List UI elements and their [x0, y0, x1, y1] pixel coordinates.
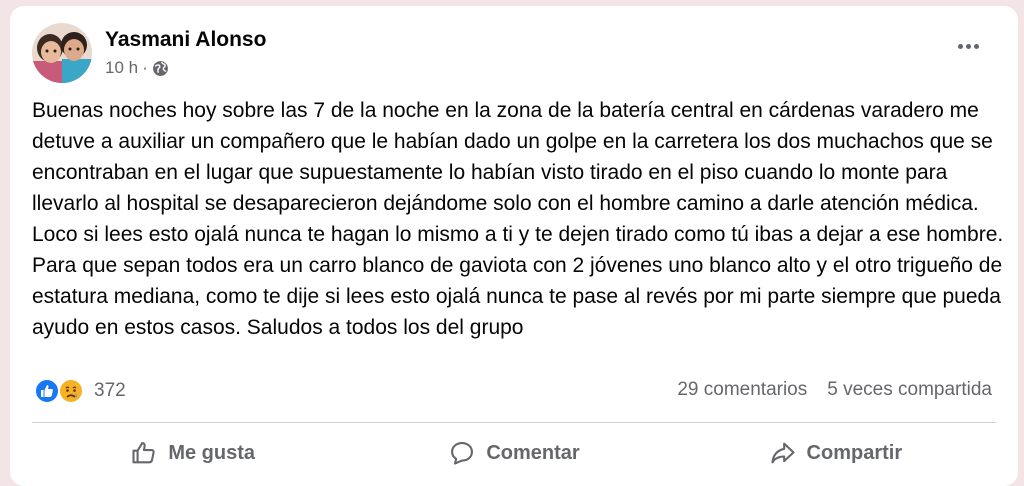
avatar[interactable] [32, 23, 92, 83]
meta-separator: · [142, 58, 148, 77]
post-text: Buenas noches hoy sobre las 7 de la noch… [32, 99, 1004, 339]
share-icon [770, 442, 795, 464]
sad-icon [58, 378, 84, 404]
shares-count-link[interactable]: 5 veces compartida [827, 379, 992, 401]
comments-count-link[interactable]: 29 comentarios [677, 379, 807, 401]
post-time[interactable]: 10 h [105, 58, 138, 78]
reaction-summary[interactable]: 372 [32, 376, 126, 406]
like-button[interactable]: Me gusta [32, 426, 353, 480]
more-options-icon[interactable] [950, 34, 986, 58]
comment-button-label: Comentar [486, 441, 580, 464]
reaction-count: 372 [94, 380, 126, 401]
thumbs-up-icon [132, 442, 155, 464]
like-icon [34, 378, 60, 404]
author-name[interactable]: Yasmani Alonso [105, 28, 266, 52]
share-button[interactable]: Compartir [675, 426, 996, 480]
post-card: Yasmani Alonso 10 h · Buenas noches hoy … [10, 6, 1018, 486]
comment-button[interactable]: Comentar [353, 426, 674, 480]
divider [32, 422, 996, 423]
comment-icon [451, 442, 474, 465]
action-bar: Me gusta Comentar Compartir [32, 426, 996, 480]
engagement-stats: 29 comentarios 5 veces compartida [677, 379, 992, 401]
like-button-label: Me gusta [168, 441, 255, 464]
post-meta: 10 h · [105, 58, 169, 78]
share-button-label: Compartir [806, 441, 903, 464]
globe-icon [152, 60, 168, 76]
reaction-icons [32, 377, 88, 405]
